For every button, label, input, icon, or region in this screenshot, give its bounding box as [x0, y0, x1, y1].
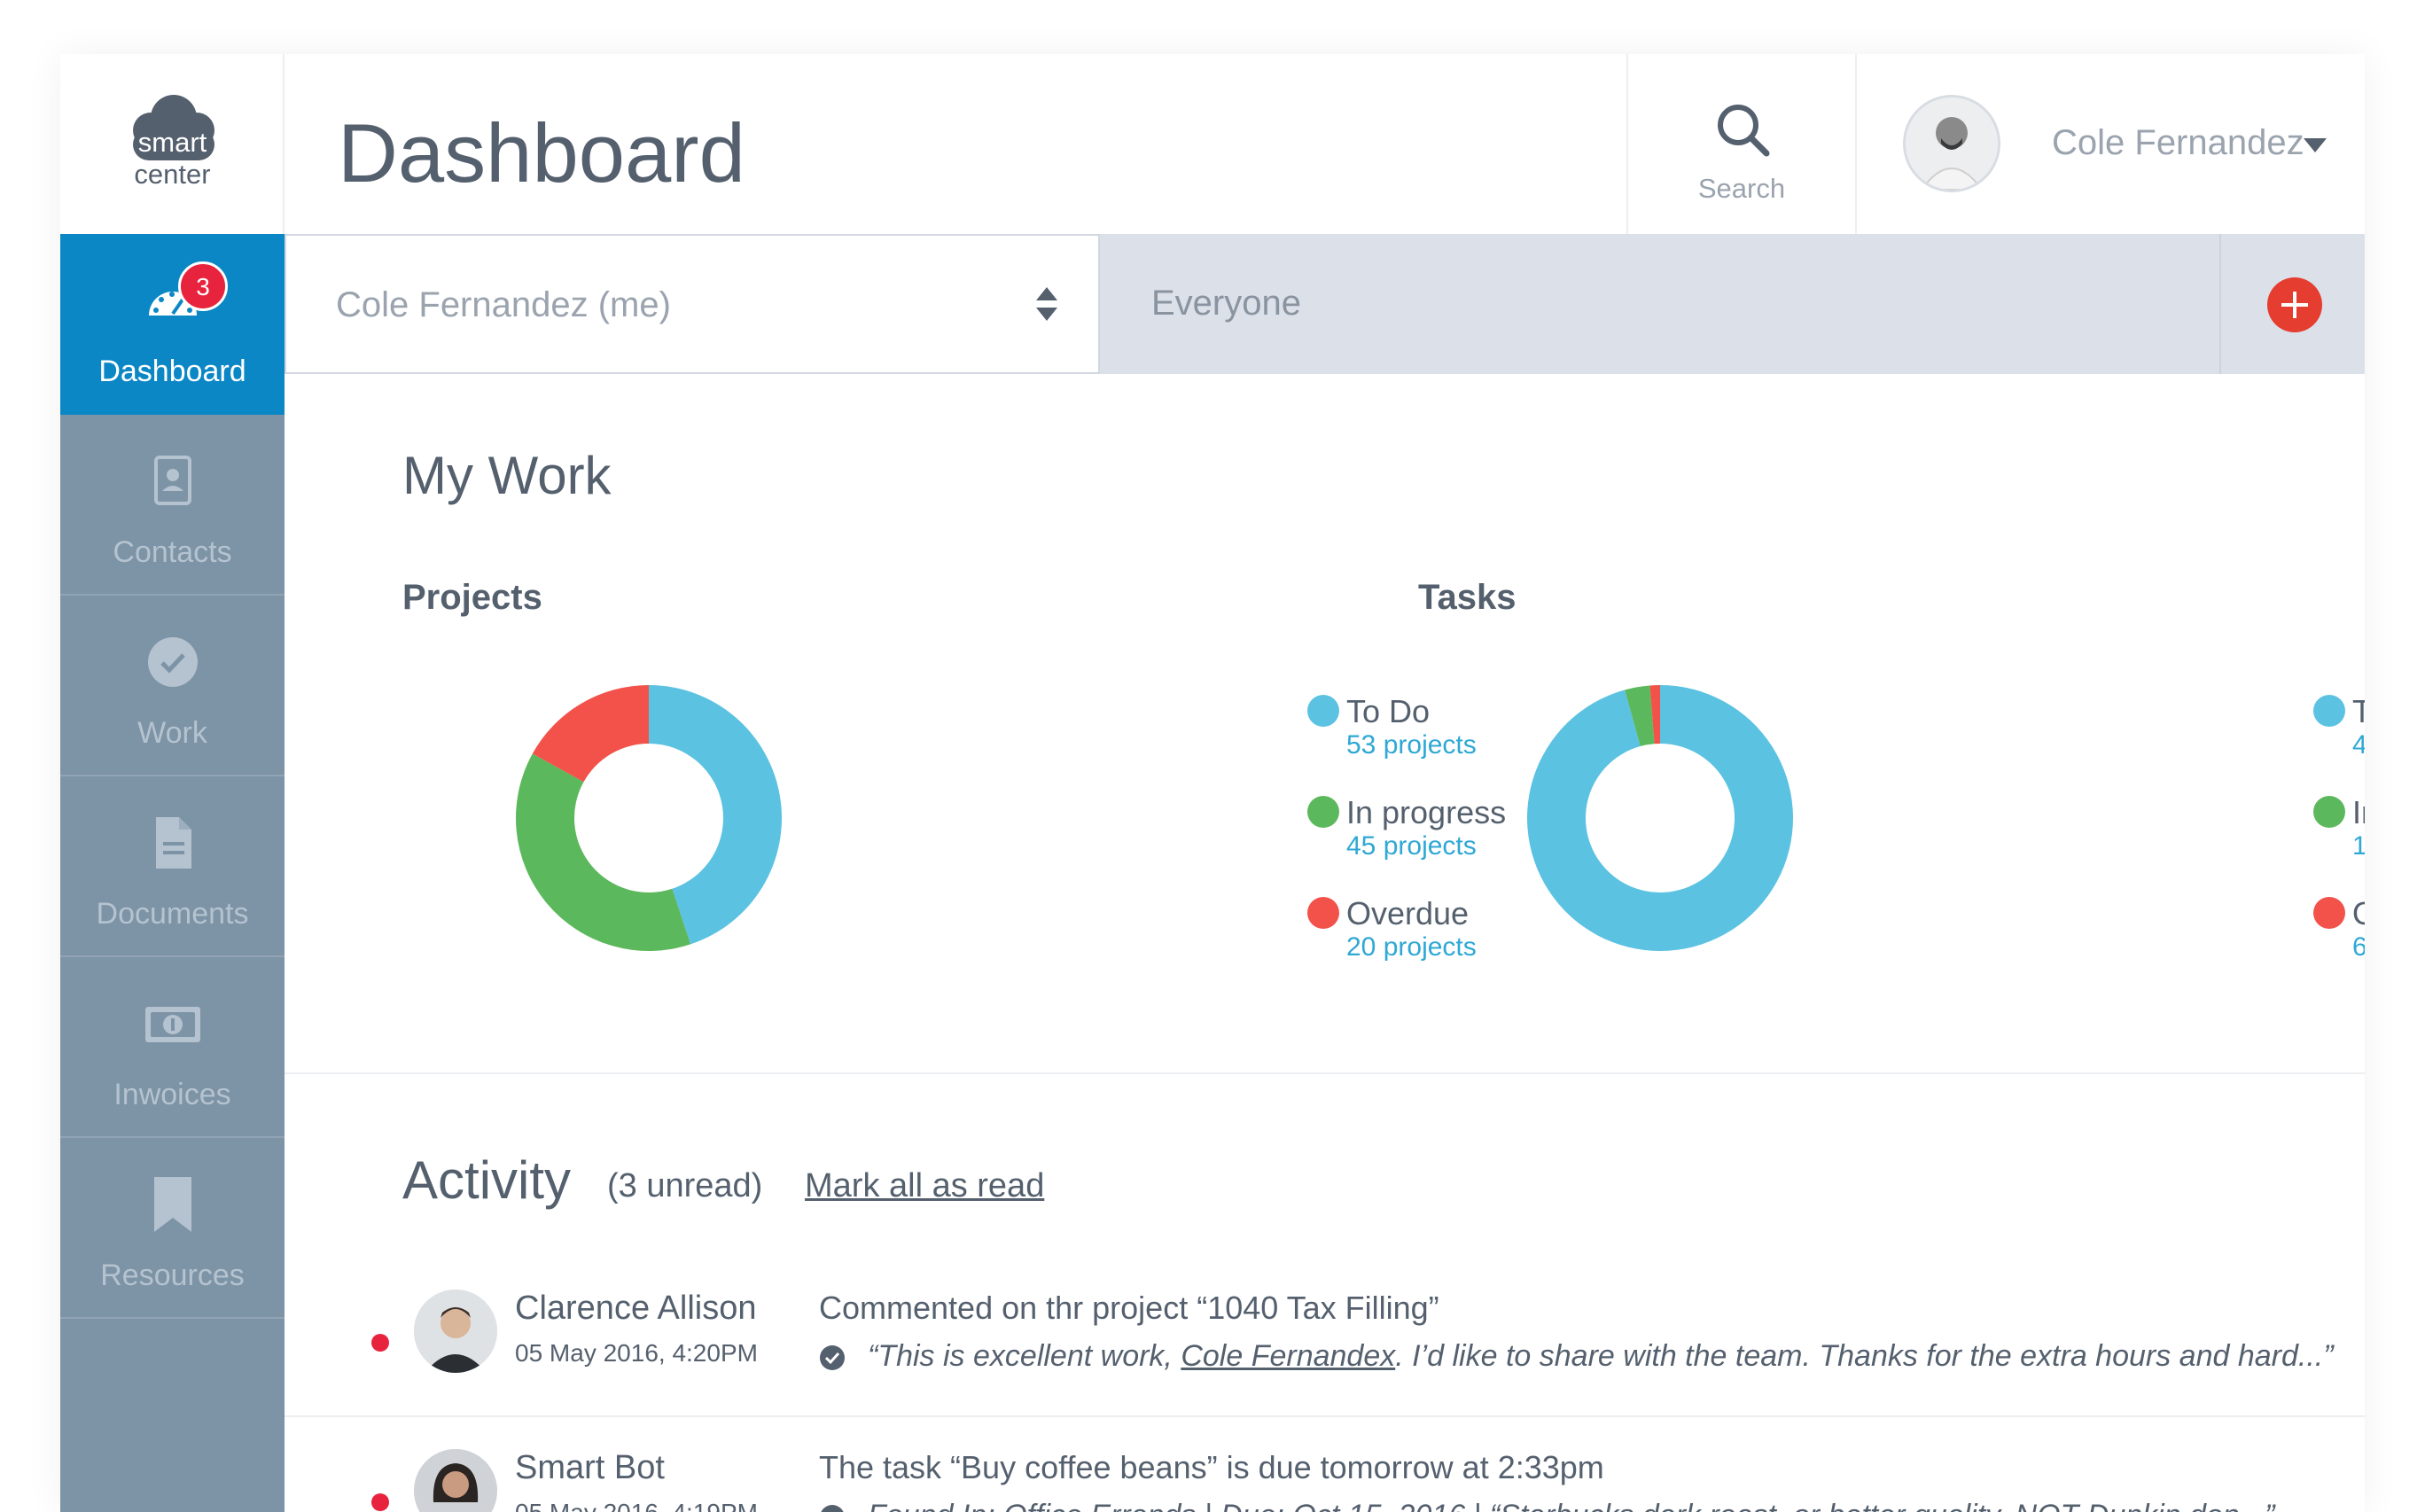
legend-label: In progress: [2352, 794, 2365, 830]
sidebar-item-documents[interactable]: Documents: [60, 776, 285, 957]
filter-bar: Cole Fernandez (me) Everyone: [285, 234, 2365, 374]
tasks-chart-title: Tasks: [1418, 578, 1517, 617]
section-divider: [285, 1072, 2365, 1074]
header: Dashboard Search Cole Fernandez: [285, 54, 2365, 234]
check-circle-icon: [820, 1345, 845, 1370]
search-icon: [1718, 105, 1770, 157]
legend-label: In progress: [1346, 794, 1507, 830]
unread-dot: [371, 1334, 389, 1352]
mention-link[interactable]: Cole Fernandex: [1181, 1339, 1395, 1373]
legend-label: Overdue: [2352, 895, 2365, 932]
user-avatar-icon: [414, 1290, 497, 1373]
sidebar-item-label: Contacts: [113, 535, 232, 569]
activity-user-name[interactable]: Clarence Allison: [515, 1290, 756, 1328]
notification-badge: 3: [178, 261, 228, 311]
projects-donut-chart: [516, 685, 783, 951]
page-title: Dashboard: [338, 106, 745, 199]
legend-dot-in-progress: [2313, 796, 2345, 828]
person-select-value: Cole Fernandez (me): [336, 285, 671, 324]
sort-updown-icon: [1036, 287, 1057, 321]
add-zone: [2219, 234, 2365, 374]
activity-summary: Commented on thr project “1040 Tax Filli…: [819, 1290, 1439, 1326]
legend-count: 470 tasks: [2352, 730, 2365, 760]
check-circle-icon: [148, 637, 198, 687]
user-name: Cole Fernandez: [2052, 123, 2304, 162]
user-menu[interactable]: Cole Fernandez: [1859, 54, 2365, 234]
sidebar-item-contacts[interactable]: Contacts: [60, 415, 285, 596]
activity-time: 05 May 2016, 4:19PM: [515, 1499, 758, 1512]
legend-label: Overdue: [1346, 895, 1470, 931]
activity-row[interactable]: Smart Bot 05 May 2016, 4:19PM The task “…: [285, 1415, 2365, 1512]
detail-text: | Due: Oct 15, 2016 | “Starbucks dark ro…: [1196, 1499, 2275, 1512]
detail-text: “This is excellent work,: [868, 1339, 1181, 1373]
document-icon: [156, 817, 191, 869]
logo-text-smart: smart: [137, 127, 207, 158]
main-content: My Work Projects To Do 53 projects In pr…: [285, 374, 2365, 1512]
unread-count: (3 unread): [607, 1167, 763, 1204]
unread-dot: [371, 1493, 389, 1511]
legend-dot-todo: [2313, 695, 2345, 727]
app-window: smart center 3 Dashboard Contacts Work D…: [60, 54, 2365, 1512]
sidebar-item-resources[interactable]: Resources: [60, 1138, 285, 1319]
legend-count: 20 projects: [1346, 932, 1477, 962]
activity-row[interactable]: Clarence Allison 05 May 2016, 4:20PM Com…: [285, 1256, 2365, 1415]
legend-label: To Do: [2352, 693, 2365, 729]
my-work-title: My Work: [402, 446, 612, 505]
detail-text: Found In:: [868, 1499, 1003, 1512]
chevron-down-icon[interactable]: [2304, 138, 2327, 152]
user-avatar-icon: [414, 1449, 497, 1512]
sidebar: smart center 3 Dashboard Contacts Work D…: [60, 54, 285, 1512]
projects-chart-title: Projects: [402, 578, 542, 617]
tasks-donut-chart: [1527, 685, 1793, 951]
avatar[interactable]: [414, 1449, 497, 1512]
logo-text-center: center: [134, 159, 211, 190]
user-avatar-icon: [1906, 97, 1998, 190]
legend-dot-overdue: [1307, 897, 1339, 929]
detail-text: . I’d like to share with the team. Thank…: [1395, 1339, 2334, 1373]
activity-summary: The task “Buy coffee beans” is due tomor…: [819, 1449, 1604, 1485]
mark-all-read-link[interactable]: Mark all as read: [805, 1167, 1044, 1205]
legend-count: 6 tasks: [2352, 932, 2365, 962]
contact-card-icon: [154, 456, 191, 505]
money-bill-icon: [145, 1007, 200, 1042]
legend-dot-todo: [1307, 695, 1339, 727]
activity-title: Activity: [402, 1150, 572, 1210]
check-circle-icon: [821, 1505, 844, 1512]
sidebar-item-label: Resources: [100, 1259, 245, 1292]
logo[interactable]: smart center: [60, 54, 285, 234]
person-select[interactable]: Cole Fernandez (me): [285, 234, 1100, 374]
add-button[interactable]: [2267, 277, 2322, 332]
activity-user-name[interactable]: Smart Bot: [515, 1449, 665, 1487]
activity-detail: “This is excellent work, Cole Fernandex.…: [868, 1339, 2334, 1374]
project-link[interactable]: Office Errands: [1003, 1499, 1196, 1512]
sidebar-item-work[interactable]: Work: [60, 596, 285, 776]
legend-count: 15 tasks: [2352, 831, 2365, 861]
search-label: Search: [1697, 173, 1786, 204]
activity-time: 05 May 2016, 4:20PM: [515, 1339, 758, 1367]
legend-count: 53 projects: [1346, 730, 1477, 760]
avatar[interactable]: [414, 1290, 497, 1373]
bookmark-icon: [154, 1177, 191, 1232]
sidebar-item-label: Inwoices: [113, 1078, 231, 1111]
legend-label: To Do: [1346, 693, 1431, 729]
sidebar-item-invoices[interactable]: Inwoices: [60, 957, 285, 1138]
scope-everyone[interactable]: Everyone: [1151, 284, 1301, 323]
sidebar-item-label: Documents: [96, 897, 249, 931]
legend-count: 45 projects: [1346, 831, 1477, 861]
legend-dot-overdue: [2313, 897, 2345, 929]
sidebar-item-label: Dashboard: [98, 355, 246, 388]
sidebar-item-label: Work: [137, 716, 207, 750]
plus-icon: [2281, 292, 2308, 318]
search-button[interactable]: Search: [1626, 54, 1857, 234]
legend-dot-in-progress: [1307, 796, 1339, 828]
avatar[interactable]: [1903, 95, 2000, 192]
activity-detail: Found In: Office Errands | Due: Oct 15, …: [868, 1499, 2274, 1512]
sidebar-item-dashboard[interactable]: 3 Dashboard: [60, 234, 285, 415]
donut-slice-in-progress[interactable]: [516, 753, 691, 951]
